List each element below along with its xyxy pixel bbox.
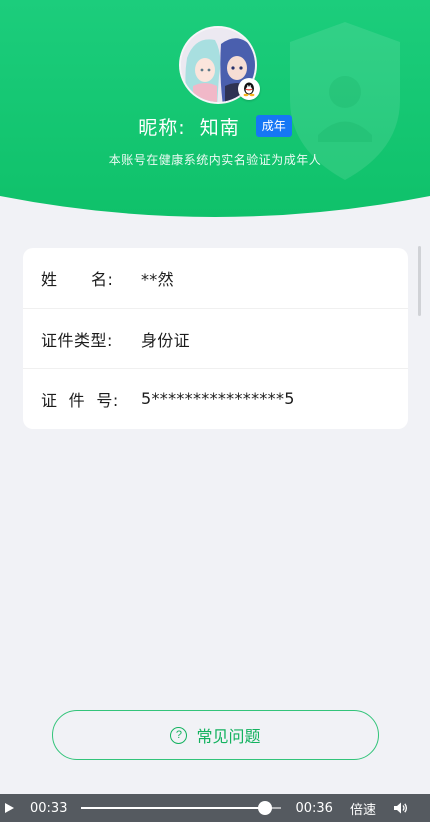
verification-notice: 本账号在健康系统内实名验证为成年人 [108, 153, 322, 167]
nickname-row: 昵称: 知南 成年 [0, 112, 430, 140]
volume-icon[interactable] [393, 802, 408, 814]
info-row-id-number: 证 件 号: 5****************5 [23, 368, 408, 428]
nickname-label: 昵称: [138, 116, 186, 139]
id-number-label: 证 件 号: [41, 390, 119, 410]
faq-button[interactable]: ? 常见问题 [52, 710, 379, 760]
question-circle-icon: ? [170, 726, 188, 744]
nickname-value: 知南 [199, 116, 240, 139]
header: 昵称: 知南 成年 本账号在健康系统内实名验证为成年人 [0, 0, 430, 222]
identity-info-card: 姓 名: **然 证件类型: 身份证 证 件 号: 5*************… [23, 248, 408, 429]
play-icon[interactable] [5, 803, 14, 813]
progress-track[interactable] [81, 801, 282, 815]
name-label: 姓 名: [41, 270, 114, 289]
playback-speed-button[interactable]: 倍速 [350, 799, 376, 818]
info-row-id-type: 证件类型: 身份证 [23, 308, 408, 368]
video-control-bar: 00:33 00:36 倍速 [0, 794, 430, 822]
qq-penguin-icon [238, 78, 260, 100]
adult-status-badge: 成年 [255, 115, 292, 137]
name-value: **然 [141, 270, 174, 289]
current-time: 00:33 [30, 800, 68, 816]
faq-button-label: 常见问题 [196, 727, 261, 746]
total-time: 00:36 [295, 800, 333, 816]
id-number-value: 5****************5 [141, 389, 295, 408]
info-row-name: 姓 名: **然 [23, 248, 408, 308]
progress-fill [81, 807, 265, 809]
id-type-label: 证件类型: [41, 330, 113, 350]
scrollbar[interactable] [418, 246, 421, 316]
progress-knob[interactable] [257, 801, 272, 815]
id-type-value: 身份证 [141, 330, 190, 350]
